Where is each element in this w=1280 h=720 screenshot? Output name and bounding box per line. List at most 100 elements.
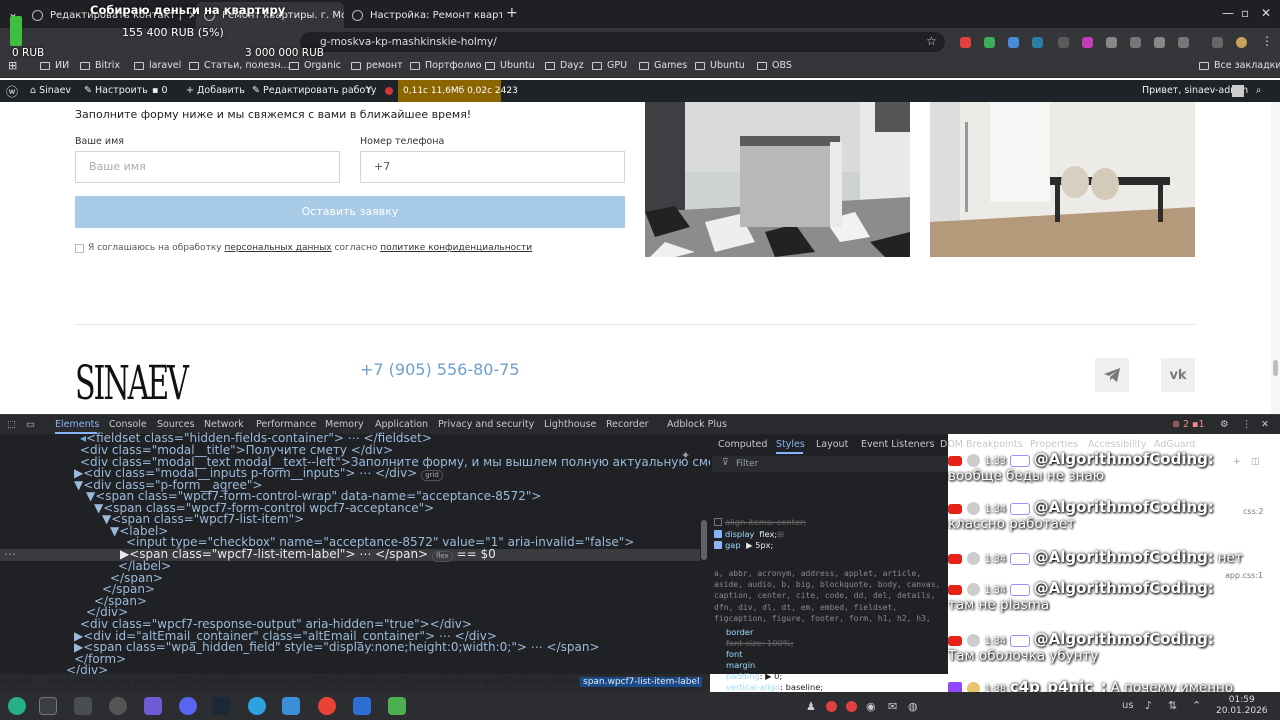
filter-input[interactable]: ⊽ Filter xyxy=(712,456,948,472)
obs-icon[interactable] xyxy=(109,697,127,715)
devtools-tab-performance[interactable]: Performance xyxy=(256,419,316,430)
site-logo[interactable]: SINAEV xyxy=(75,357,189,411)
tray-icon[interactable]: ♟ xyxy=(806,700,816,713)
settings-gear-icon[interactable]: ⚙ xyxy=(1220,419,1229,430)
bookmark-folder[interactable]: Ubuntu xyxy=(485,60,535,71)
devtools-tab-application[interactable]: Application xyxy=(375,419,428,430)
terminal-icon[interactable] xyxy=(74,697,92,715)
menu-icon[interactable]: ⋮ xyxy=(1261,34,1273,48)
window-switcher-icon[interactable] xyxy=(39,697,57,715)
phone-input[interactable]: +7 xyxy=(360,151,625,183)
wp-site-name[interactable]: ⌂ Sinaev xyxy=(30,85,71,96)
breadcrumb-item[interactable]: div.p-form__agree xyxy=(50,677,130,687)
extension-icon[interactable] xyxy=(1130,37,1141,48)
css-prop[interactable]: padding: ▶ 0; xyxy=(726,671,782,682)
tray-expand-icon[interactable]: ⌃ xyxy=(1192,699,1201,712)
bookmark-folder[interactable]: Dayz xyxy=(545,60,584,71)
pen-icon[interactable] xyxy=(1154,37,1165,48)
bookmark-folder[interactable]: Games xyxy=(639,60,687,71)
keyboard-layout[interactable]: us xyxy=(1122,700,1134,711)
devtools-tab-adblock[interactable]: Adblock Plus xyxy=(667,419,727,430)
devtools-tab-memory[interactable]: Memory xyxy=(325,419,364,430)
bookmark-folder[interactable]: Ubuntu xyxy=(695,60,745,71)
minimize-icon[interactable]: — xyxy=(1222,6,1234,20)
tab-settings-renovation[interactable]: Настройка: Ремонт кварт ✕ xyxy=(344,2,502,28)
close-window-icon[interactable]: ✕ xyxy=(1261,6,1271,20)
ellipsis-icon[interactable]: ⋯ xyxy=(4,548,16,561)
address-bar[interactable]: g-moskva-kp-mashkinskie-holmy/ xyxy=(300,32,945,52)
chrome-icon[interactable] xyxy=(318,697,336,715)
breadcrumb-item[interactable]: span.wpcf7-form-control.wpcf7-acceptance xyxy=(270,677,465,687)
extension-icon[interactable] xyxy=(1008,37,1019,48)
discord-icon[interactable] xyxy=(179,697,197,715)
all-bookmarks[interactable]: Все закладки xyxy=(1199,60,1280,71)
consent-checkbox[interactable] xyxy=(75,243,84,253)
privacy-data-link[interactable]: персональных данных xyxy=(225,243,332,253)
telegram-button[interactable] xyxy=(1095,358,1129,392)
devtools-tab-network[interactable]: Network xyxy=(204,419,244,430)
wp-comments[interactable]: ▪ 0 xyxy=(152,85,168,96)
record-icon[interactable] xyxy=(846,701,857,712)
more-options-icon[interactable]: ⋮ xyxy=(1242,419,1252,430)
speaker-icon[interactable]: ♪ xyxy=(1145,699,1152,712)
reset-rule-selector[interactable]: a, abbr, acronym, address, applet, artic… xyxy=(714,568,946,624)
extension-icon[interactable] xyxy=(1106,37,1117,48)
tab-layout[interactable]: Layout xyxy=(816,439,848,450)
tab-adguard[interactable]: AdGuard xyxy=(1154,439,1195,450)
app-icon[interactable] xyxy=(388,697,406,715)
tray-icon[interactable]: ✉ xyxy=(888,700,897,713)
dom-node-selected[interactable]: ▶<span class="wpcf7-list-item-label"> ⋯ … xyxy=(120,548,496,562)
css-prop[interactable]: border: ▶ 0; xyxy=(726,627,776,638)
tab-properties[interactable]: Properties xyxy=(1030,439,1078,450)
devtools-tab-recorder[interactable]: Recorder xyxy=(606,419,649,430)
extension-icon[interactable] xyxy=(1082,37,1093,48)
css-prop-gap[interactable]: gap: ▶ 5px; xyxy=(714,540,773,551)
tab-event-listeners[interactable]: Event Listeners xyxy=(861,439,934,450)
element-style-rule[interactable]: element.style { xyxy=(714,476,779,487)
puzzle-icon[interactable] xyxy=(1178,37,1189,48)
css-prop[interactable]: margin: ▶ 0; xyxy=(726,660,778,671)
close-devtools-icon[interactable]: ✕ xyxy=(1261,419,1269,430)
name-input[interactable]: Ваше имя xyxy=(75,151,340,183)
consent-checkbox-row[interactable]: Я соглашаюсь на обработку персональных д… xyxy=(75,243,532,253)
device-toggle-icon[interactable]: ▭ xyxy=(26,419,35,430)
system-clock[interactable]: 01:59 20.01.2026 xyxy=(1216,695,1268,717)
new-tab-button[interactable]: + xyxy=(506,5,518,21)
bookmark-folder[interactable]: OBS xyxy=(757,60,792,71)
devtools-tab-privacy[interactable]: Privacy and security xyxy=(438,419,534,430)
breadcrumb-item[interactable]: label xyxy=(552,677,574,687)
avatar[interactable] xyxy=(1232,85,1244,97)
yoast-icon[interactable]: Y xyxy=(366,85,372,96)
tab-computed[interactable]: Computed xyxy=(718,439,767,450)
css-prop[interactable]: font: ▶ inherit; xyxy=(726,649,787,660)
accessibility-icon[interactable]: ✦ xyxy=(681,449,690,462)
tray-icon[interactable]: ◍ xyxy=(908,700,918,713)
css-prop[interactable]: vertical-align: baseline; xyxy=(726,682,823,692)
bookmark-star-icon[interactable]: ☆ xyxy=(926,34,937,48)
dom-node[interactable]: ▶<span class="wpa_hidden_field" style="d… xyxy=(74,641,600,654)
wp-edit-work[interactable]: ✎ Редактировать работу xyxy=(252,85,377,96)
devtools-tab-console[interactable]: Console xyxy=(109,419,147,430)
bookmark-folder[interactable]: ремонт xyxy=(351,60,403,71)
network-icon[interactable]: ⇅ xyxy=(1168,699,1177,712)
file-manager-icon[interactable] xyxy=(282,697,300,715)
error-count[interactable]: ⊗ 2 xyxy=(1172,419,1189,430)
maximize-icon[interactable]: ▫ xyxy=(1241,6,1249,20)
wordpress-logo-icon[interactable]: ⓦ xyxy=(6,83,18,100)
css-prop[interactable]: font-size: 100%; xyxy=(726,638,794,649)
page-scrollbar[interactable] xyxy=(1271,102,1280,414)
tab-dom-breakpoints[interactable]: DOM Breakpoints xyxy=(940,439,1023,450)
inspect-icon[interactable]: ⬚ xyxy=(7,419,16,430)
css-prop-align-items[interactable]: align-items: center; xyxy=(714,517,806,528)
devtools-tab-elements[interactable]: Elements xyxy=(55,419,99,430)
bookmark-folder[interactable]: GPU xyxy=(592,60,627,71)
tab-styles[interactable]: Styles xyxy=(776,439,805,450)
extension-icon[interactable] xyxy=(1058,37,1069,48)
submit-button[interactable]: Оставить заявку xyxy=(75,196,625,228)
breadcrumb-item[interactable]: span.wpcf7-list-item xyxy=(459,677,550,687)
devtools-tab-sources[interactable]: Sources xyxy=(157,419,195,430)
devtools-tab-lighthouse[interactable]: Lighthouse xyxy=(544,419,596,430)
tab-accessibility[interactable]: Accessibility xyxy=(1088,439,1146,450)
adguard-icon[interactable] xyxy=(984,37,995,48)
css-prop-display[interactable]: display: flex;⊞ xyxy=(714,529,784,540)
